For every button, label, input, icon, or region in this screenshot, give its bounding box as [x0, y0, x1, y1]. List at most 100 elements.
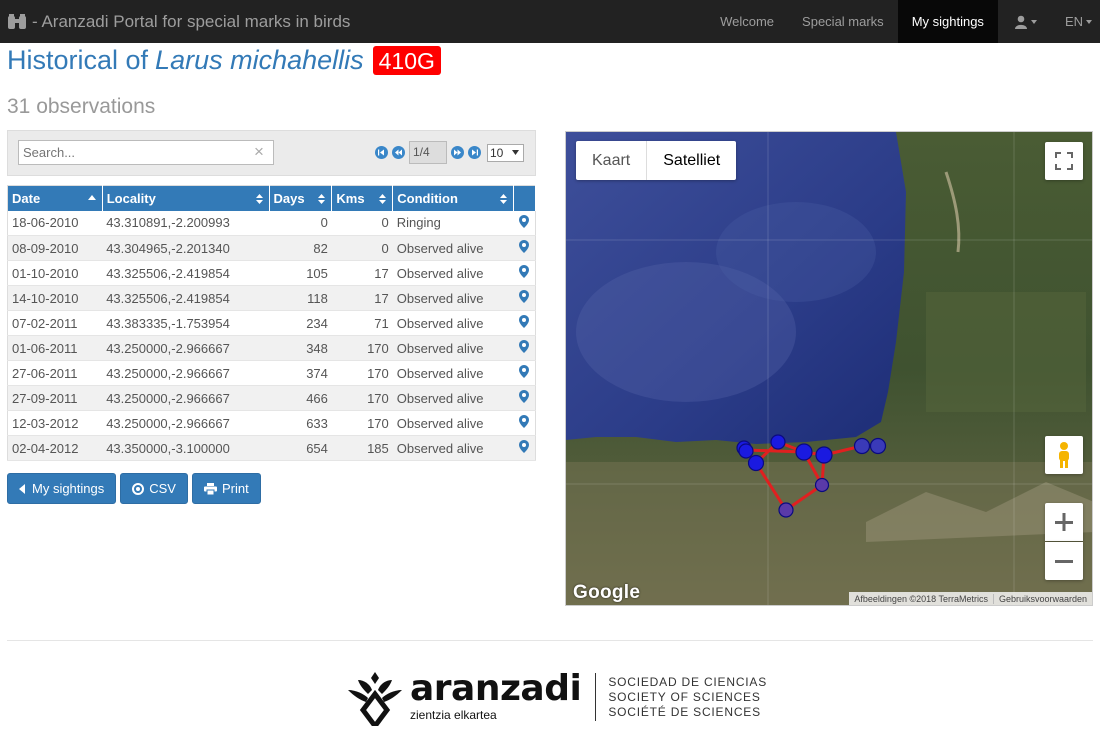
cell-kms: 17	[331, 285, 393, 311]
table-row[interactable]: 07-02-2011 43.383335,-1.753954 234 71 Observ…	[7, 310, 536, 336]
street-view-button[interactable]	[1045, 436, 1083, 474]
zoom-out-button[interactable]	[1045, 542, 1083, 580]
map-marker-icon[interactable]	[513, 410, 536, 436]
map-marker-icon[interactable]	[513, 360, 536, 386]
column-header-kms[interactable]: Kms	[331, 185, 394, 211]
cell-date: 12-03-2012	[7, 410, 103, 436]
column-header-date[interactable]: Date	[7, 185, 103, 211]
cell-kms: 170	[331, 360, 393, 386]
terms-link[interactable]: Gebruiksvoorwaarden	[992, 593, 1092, 604]
fullscreen-button[interactable]	[1045, 142, 1083, 180]
nav-special-marks[interactable]: Special marks	[788, 0, 898, 43]
sighting-point[interactable]	[770, 434, 786, 450]
sighting-point[interactable]	[747, 454, 765, 472]
map-marker-icon[interactable]	[513, 310, 536, 336]
cell-locality: 43.250000,-2.966667	[102, 360, 270, 386]
table-row[interactable]: 01-10-2010 43.325506,-2.419854 105 17 Observ…	[7, 260, 536, 286]
language-menu[interactable]: EN	[1053, 0, 1100, 43]
sort-both-icon	[318, 194, 326, 204]
cell-date: 01-10-2010	[7, 260, 103, 286]
table-row[interactable]: 02-04-2012 43.350000,-3.100000 654 185 Obser…	[7, 435, 536, 461]
cell-locality: 43.310891,-2.200993	[102, 210, 270, 236]
cell-condition: Observed alive	[392, 310, 514, 336]
cell-days: 234	[269, 310, 332, 336]
my-sightings-button[interactable]: My sightings	[7, 473, 117, 504]
cell-date: 14-10-2010	[7, 285, 103, 311]
map-marker-icon[interactable]	[513, 235, 536, 261]
nav-welcome[interactable]: Welcome	[706, 0, 788, 43]
cell-locality: 43.304965,-2.201340	[102, 235, 270, 261]
species-name: Larus michahellis	[155, 45, 364, 75]
clear-search-icon[interactable]: ×	[254, 142, 264, 162]
table-row[interactable]: 12-03-2012 43.250000,-2.966667 633 170 Obser…	[7, 410, 536, 436]
map-type-map-button[interactable]: Kaart	[576, 141, 646, 180]
binoculars-icon	[8, 13, 26, 29]
tagline-es: SOCIEDAD DE CIENCIAS	[608, 674, 768, 689]
prev-page-button[interactable]	[392, 146, 405, 159]
cell-locality: 43.250000,-2.966667	[102, 335, 270, 361]
sighting-point[interactable]	[795, 443, 813, 461]
table-row[interactable]: 08-09-2010 43.304965,-2.201340 82 0 Observed…	[7, 235, 536, 261]
column-header-condition[interactable]: Condition	[392, 185, 514, 211]
next-page-icon	[454, 149, 461, 156]
cell-days: 0	[269, 210, 332, 236]
chevron-down-icon	[1030, 19, 1037, 24]
page-size-select[interactable]: 10	[487, 143, 524, 162]
cell-date: 18-06-2010	[7, 210, 103, 236]
sighting-point[interactable]	[815, 446, 833, 464]
logo-separator	[595, 673, 597, 721]
google-logo: Google	[573, 582, 641, 603]
table-row[interactable]: 14-10-2010 43.325506,-2.419854 118 17 Observ…	[7, 285, 536, 311]
chevron-down-icon	[1086, 19, 1092, 24]
prev-page-icon	[395, 149, 402, 156]
sighting-point[interactable]	[853, 437, 871, 455]
table-row[interactable]: 18-06-2010 43.310891,-2.200993 0 0 Ringing	[7, 210, 536, 236]
zoom-in-button[interactable]	[1045, 503, 1083, 541]
column-header-locality[interactable]: Locality	[102, 185, 270, 211]
logo-subtitle: zientzia elkartea	[410, 708, 497, 722]
cell-date: 27-06-2011	[7, 360, 103, 386]
map-marker-icon[interactable]	[513, 435, 536, 461]
map-marker-icon[interactable]	[513, 260, 536, 286]
pager: 1/4 10	[375, 141, 524, 164]
brand[interactable]: - Aranzadi Portal for special marks in b…	[0, 0, 350, 43]
map-marker-icon[interactable]	[513, 335, 536, 361]
csv-button[interactable]: CSV	[120, 473, 188, 504]
map-panel[interactable]: Kaart Satelliet Google Afbeeldingen ©201…	[565, 131, 1093, 606]
next-page-button[interactable]	[451, 146, 464, 159]
cell-kms: 0	[331, 235, 393, 261]
column-header-days[interactable]: Days	[269, 185, 333, 211]
satellite-map[interactable]	[566, 132, 1093, 606]
sighting-point[interactable]	[738, 443, 754, 459]
cell-condition: Observed alive	[392, 360, 514, 386]
map-type-toggle: Kaart Satelliet	[576, 141, 737, 180]
search-input[interactable]	[18, 140, 274, 165]
cell-condition: Observed alive	[392, 385, 514, 411]
page-number-input[interactable]: 1/4	[409, 141, 447, 164]
cell-locality: 43.250000,-2.966667	[102, 410, 270, 436]
footer-logo: aranzadi zientzia elkartea SOCIEDAD DE C…	[346, 668, 767, 726]
cell-kms: 0	[331, 210, 393, 236]
sighting-point[interactable]	[814, 477, 830, 493]
first-page-icon	[378, 149, 384, 156]
table-row[interactable]: 27-06-2011 43.250000,-2.966667 374 170 Obser…	[7, 360, 536, 386]
page-size-value: 10	[490, 145, 504, 160]
user-menu[interactable]	[998, 0, 1053, 43]
map-marker-icon[interactable]	[513, 385, 536, 411]
last-page-button[interactable]	[468, 146, 481, 159]
cell-date: 02-04-2012	[7, 435, 103, 461]
map-marker-icon[interactable]	[513, 210, 536, 236]
nav-my-sightings[interactable]: My sightings	[897, 0, 998, 43]
terrain-patch	[926, 292, 1086, 412]
table-row[interactable]: 27-09-2011 43.250000,-2.966667 466 170 Obser…	[7, 385, 536, 411]
sighting-point[interactable]	[778, 502, 794, 518]
cell-kms: 170	[331, 410, 393, 436]
map-marker-icon[interactable]	[513, 285, 536, 311]
map-type-satellite-button[interactable]: Satelliet	[646, 141, 736, 180]
table-row[interactable]: 01-06-2011 43.250000,-2.966667 348 170 Obser…	[7, 335, 536, 361]
sighting-point[interactable]	[869, 437, 887, 455]
tagline-fr: SOCIÉTÉ DE SCIENCES	[608, 704, 761, 719]
observation-count: 31 observations	[7, 95, 156, 118]
first-page-button[interactable]	[375, 146, 388, 159]
print-button[interactable]: Print	[191, 473, 261, 504]
